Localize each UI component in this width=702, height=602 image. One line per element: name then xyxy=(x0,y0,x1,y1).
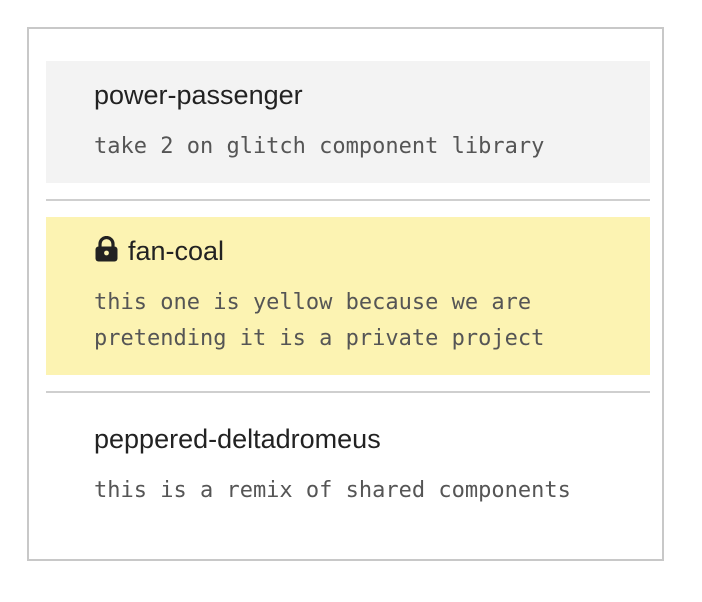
project-item-power-passenger[interactable]: power-passenger take 2 on glitch compone… xyxy=(46,61,650,183)
project-name[interactable]: power-passenger xyxy=(94,78,303,112)
project-title-row: fan-coal xyxy=(94,234,650,268)
project-list-panel: power-passenger take 2 on glitch compone… xyxy=(27,27,664,561)
project-description: this one is yellow because we are preten… xyxy=(94,290,545,351)
divider xyxy=(46,391,650,393)
project-title-row: peppered-deltadromeus xyxy=(94,422,650,456)
project-item-fan-coal[interactable]: fan-coal this one is yellow because we a… xyxy=(46,217,650,375)
project-name[interactable]: fan-coal xyxy=(128,234,224,268)
project-description: this is a remix of shared components xyxy=(94,478,571,503)
project-description: take 2 on glitch component library xyxy=(94,134,545,159)
project-name[interactable]: peppered-deltadromeus xyxy=(94,422,381,456)
project-item-peppered-deltadromeus[interactable]: peppered-deltadromeus this is a remix of… xyxy=(46,410,650,520)
lock-icon xyxy=(94,235,119,262)
project-title-row: power-passenger xyxy=(94,78,650,112)
divider xyxy=(46,199,650,201)
